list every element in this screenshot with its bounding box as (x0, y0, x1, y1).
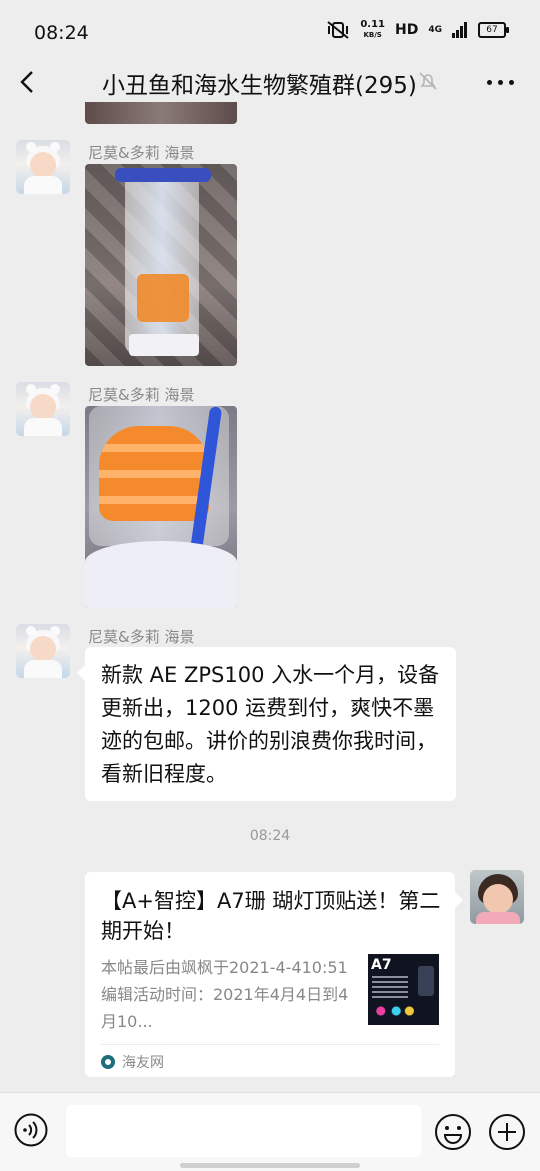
sender-avatar[interactable] (16, 624, 70, 678)
mute-vibrate-icon (327, 21, 349, 39)
battery-level: 67 (486, 25, 498, 35)
hd-label: HD (395, 22, 419, 38)
muted-bell-icon (419, 72, 437, 90)
thumbnail-label: A7 (371, 957, 392, 973)
chat-message-list[interactable]: 尼莫&多莉 海景 尼莫&多莉 海景 尼莫&多莉 海景 新款 AE ZPS100 … (0, 102, 540, 1092)
message-text: 新款 AE ZPS100 入水一个月，设备更新出，1200 运费到付，爽快不墨迹… (101, 663, 440, 786)
chat-title: 小丑鱼和海水生物繁殖群(295) (102, 73, 417, 99)
sender-avatar[interactable] (16, 140, 70, 194)
network-type: 4G (428, 25, 442, 35)
sender-name: 尼莫&多莉 海景 (88, 144, 195, 162)
message-timestamp: 08:24 (249, 828, 291, 844)
link-card-message[interactable]: 【A+智控】A7珊 瑚灯顶贴送！第二期开始！ 本帖最后由飒枫于2021-4-41… (85, 872, 463, 1077)
my-avatar[interactable] (470, 870, 524, 924)
more-functions-icon[interactable] (488, 1113, 526, 1151)
source-name: 海友网 (122, 1055, 164, 1071)
network-speed: 0.11 KB/S (360, 20, 385, 40)
chat-header: 小丑鱼和海水生物繁殖群(295) (0, 62, 540, 102)
home-indicator[interactable] (180, 1163, 360, 1168)
image-message-skimmer-closeup[interactable] (85, 406, 237, 608)
speed-value: 0.11 (360, 19, 385, 30)
voice-input-icon[interactable] (14, 1113, 48, 1147)
more-dot-icon (498, 80, 503, 85)
image-message-skimmer[interactable] (85, 164, 237, 366)
text-message-bubble[interactable]: 新款 AE ZPS100 入水一个月，设备更新出，1200 运费到付，爽快不墨迹… (77, 647, 456, 801)
status-time: 08:24 (34, 22, 89, 44)
link-card-source: 海友网 (101, 1052, 164, 1072)
emoji-icon[interactable] (434, 1113, 472, 1151)
more-options-button[interactable] (487, 80, 514, 85)
source-logo-icon (101, 1055, 115, 1069)
link-card-description: 本帖最后由飒枫于2021-4-410:51编辑活动时间：2021年4月4日到4月… (101, 958, 349, 1031)
sender-name: 尼莫&多莉 海景 (88, 386, 195, 404)
card-divider (101, 1044, 439, 1045)
battery-icon: 67 (478, 22, 509, 38)
more-dot-icon (487, 80, 492, 85)
link-card-title: 【A+智控】A7珊 瑚灯顶贴送！第二期开始！ (101, 889, 441, 943)
sender-name: 尼莫&多莉 海景 (88, 628, 195, 646)
back-arrow-icon[interactable] (14, 64, 44, 100)
message-input[interactable] (66, 1105, 421, 1157)
speed-unit: KB/S (363, 31, 382, 39)
previous-image-message[interactable] (85, 102, 237, 124)
input-bar (0, 1092, 540, 1171)
status-icons: 0.11 KB/S HD 4G 67 (326, 20, 509, 40)
more-dot-icon (509, 80, 514, 85)
sender-avatar[interactable] (16, 382, 70, 436)
status-bar: 08:24 0.11 KB/S HD 4G 67 (0, 0, 540, 62)
link-card-thumbnail: A7 (368, 954, 439, 1025)
signal-icon (452, 22, 467, 38)
